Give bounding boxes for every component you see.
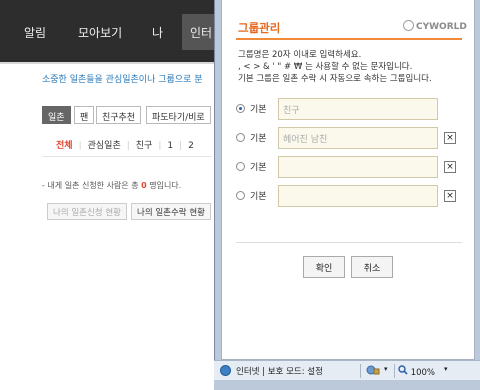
group-row: 기본 × [236, 156, 472, 178]
chevron-down-icon[interactable]: ▾ [384, 365, 388, 373]
window-frame-bottom [214, 380, 480, 390]
request-count: - 내게 일촌 신청한 사람은 총 0 명입니다. [42, 181, 182, 190]
tab-ilchon[interactable]: 일촌 [42, 106, 71, 124]
delete-group-icon[interactable]: × [444, 161, 456, 173]
my-accept-status-button[interactable]: 나의 일촌수락 현황 [131, 203, 211, 220]
intro-text: 소중한 일촌들을 관심일촌이나 그룹으로 분 [42, 75, 203, 85]
filter-favorite[interactable]: 관심일촌 [88, 141, 121, 151]
default-group-radio[interactable] [236, 104, 245, 113]
filter-group-1[interactable]: 1 [167, 141, 173, 151]
default-label: 기본 [250, 134, 267, 144]
nav-item-notifications[interactable]: 알림 [24, 24, 46, 41]
title-divider [236, 38, 462, 40]
filter-divider [42, 156, 212, 157]
popup-title: 그룹관리 [238, 21, 281, 35]
nav-item-me[interactable]: 나 [152, 24, 163, 41]
group-row: 기본 × [236, 127, 472, 149]
group-name-input[interactable] [278, 127, 438, 149]
filter-row: 전체 | 관심일촌 | 친구 | 1 | 2 [56, 141, 194, 151]
filter-all[interactable]: 전체 [56, 141, 73, 151]
chevron-down-icon[interactable]: ▾ [444, 365, 448, 373]
cyworld-logo-icon [403, 20, 414, 31]
popup-content: 그룹관리 CYWORLD 그룹명은 20자 이내로 입력하세요. , < > &… [221, 0, 475, 360]
info-line: 기본 그룹은 일촌 수락 시 자동으로 속하는 그룹입니다. [238, 74, 432, 84]
default-label: 기본 [250, 105, 267, 115]
status-separator [360, 364, 361, 378]
default-label: 기본 [250, 192, 267, 202]
zoom-icon [398, 365, 408, 375]
default-group-radio[interactable] [236, 133, 245, 142]
default-group-radio[interactable] [236, 162, 245, 171]
group-name-input[interactable] [278, 98, 438, 120]
nav-item-collection[interactable]: 모아보기 [78, 24, 122, 41]
security-zone-text: 인터넷 | 보호 모드: 설정 [236, 367, 323, 377]
protected-mode-icon[interactable] [366, 364, 380, 379]
confirm-button[interactable]: 확인 [303, 256, 345, 278]
group-name-input[interactable] [278, 185, 438, 207]
cyworld-logo: CYWORLD [403, 20, 467, 32]
group-name-input[interactable] [278, 156, 438, 178]
zoom-level[interactable]: 100% [398, 365, 435, 378]
filter-friend[interactable]: 친구 [136, 141, 153, 151]
globe-icon [220, 365, 231, 376]
tab-fan[interactable]: 팬 [74, 106, 95, 124]
my-request-status-button[interactable]: 나의 일촌신청 현황 [47, 203, 127, 220]
tab-friend-recommend[interactable]: 친구추천 [96, 106, 142, 124]
group-manage-popup: 그룹관리 CYWORLD 그룹명은 20자 이내로 입력하세요. , < > &… [214, 0, 480, 390]
default-group-radio[interactable] [236, 191, 245, 200]
info-line: 그룹명은 20자 이내로 입력하세요. [238, 50, 362, 60]
filter-group-2[interactable]: 2 [188, 141, 194, 151]
tab-wave-surfing[interactable]: 파도타기/비로 [146, 106, 211, 124]
default-label: 기본 [250, 163, 267, 173]
browser-status-bar: 인터넷 | 보호 모드: 설정 ▾ 100% ▾ [214, 360, 480, 380]
cancel-button[interactable]: 취소 [351, 256, 393, 278]
group-row: 기본 × [236, 185, 472, 207]
info-line: , < > & ' " # ₩ 는 사용할 수 없는 문자입니다. [238, 62, 413, 72]
group-row: 기본 [236, 98, 472, 120]
button-divider [236, 242, 462, 243]
status-separator [394, 364, 395, 378]
delete-group-icon[interactable]: × [444, 132, 456, 144]
delete-group-icon[interactable]: × [444, 190, 456, 202]
